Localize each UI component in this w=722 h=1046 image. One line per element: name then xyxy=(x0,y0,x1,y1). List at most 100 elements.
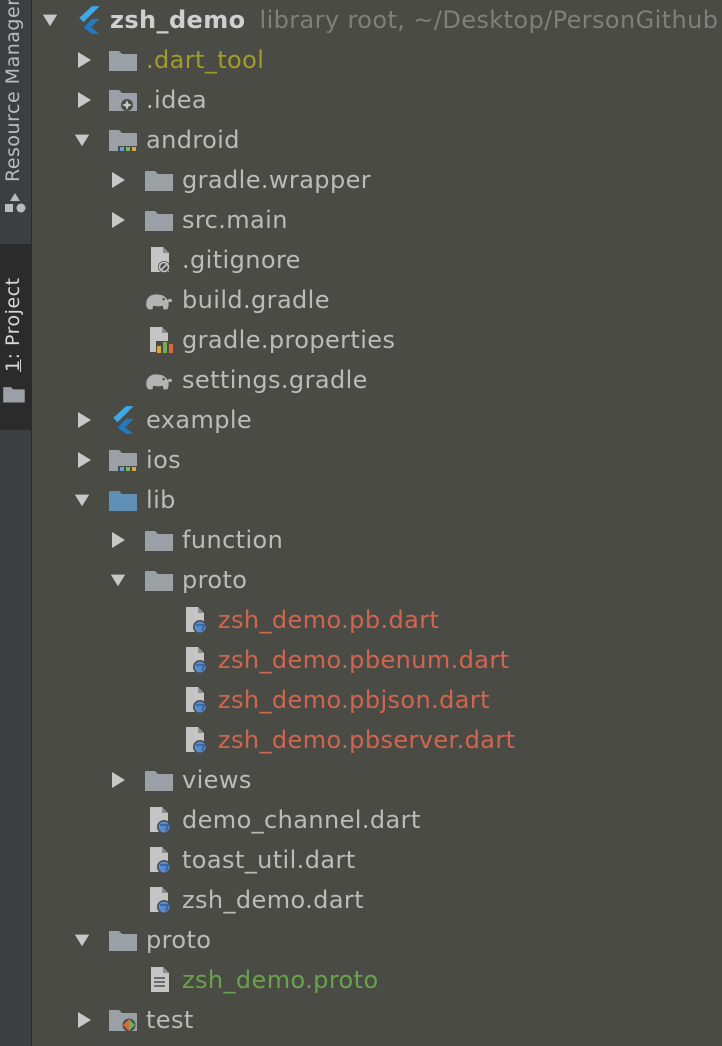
tree-row-pbenum-dart[interactable]: zsh_demo.pbenum.dart xyxy=(33,640,722,680)
folder-icon xyxy=(108,45,138,75)
tree-label-build-gradle: build.gradle xyxy=(182,286,330,314)
tree-label-zsh-demo-proto: zsh_demo.proto xyxy=(182,966,379,994)
tree-label-pb-dart: zsh_demo.pb.dart xyxy=(218,606,440,634)
tree-label-gradle-properties: gradle.properties xyxy=(182,326,396,354)
tree-label-gitignore: .gitignore xyxy=(182,246,301,274)
folder-icon xyxy=(144,765,174,795)
tree-row-ios[interactable]: ios xyxy=(33,440,722,480)
tree-row-pbserver-dart[interactable]: zsh_demo.pbserver.dart xyxy=(33,720,722,760)
dart-file-icon xyxy=(182,685,212,715)
tree-label-settings-gradle: settings.gradle xyxy=(182,366,368,394)
tree-row-function[interactable]: function xyxy=(33,520,722,560)
resource-manager-tab-label: Resource Manager xyxy=(2,0,24,182)
tree-row-build-gradle[interactable]: build.gradle xyxy=(33,280,722,320)
tree-label-proto-root: proto xyxy=(146,926,212,954)
tree-label-pbserver-dart: zsh_demo.pbserver.dart xyxy=(218,726,516,754)
tree-row-proto-root[interactable]: proto xyxy=(33,920,722,960)
project-tab-label: 1: Project xyxy=(2,277,24,372)
root-hint: library root, ~/Desktop/PersonGithub xyxy=(259,6,719,34)
folder-icon xyxy=(144,565,174,595)
tree-label-zsh-demo-dart: zsh_demo.dart xyxy=(182,886,365,914)
folder-icon xyxy=(144,525,174,555)
resource-manager-tab[interactable]: Resource Manager xyxy=(0,0,32,218)
tree-row-zsh-demo-proto[interactable]: zsh_demo.proto xyxy=(33,960,722,1000)
folder-icon xyxy=(144,165,174,195)
tree-row-gitignore[interactable]: .gitignore xyxy=(33,240,722,280)
dart-file-icon xyxy=(146,805,176,835)
tree-row-src-main[interactable]: src.main xyxy=(33,200,722,240)
flutter-icon xyxy=(109,405,139,435)
tree-row-android[interactable]: android xyxy=(33,120,722,160)
tree-row-gradle-properties[interactable]: gradle.properties xyxy=(33,320,722,360)
chevron-down-icon[interactable] xyxy=(41,10,59,30)
source-folder-icon xyxy=(108,485,138,515)
tree-row-idea[interactable]: .idea xyxy=(33,80,722,120)
chevron-right-icon[interactable] xyxy=(109,170,127,190)
tree-row-root[interactable]: zsh_demo library root, ~/Desktop/PersonGi… xyxy=(33,0,722,40)
tree-label-toast-util: toast_util.dart xyxy=(182,846,356,874)
chevron-right-icon[interactable] xyxy=(109,210,127,230)
tree-label-pbenum-dart: zsh_demo.pbenum.dart xyxy=(218,646,510,674)
dart-file-icon xyxy=(182,605,212,635)
properties-file-icon xyxy=(146,325,176,355)
idea-folder-icon xyxy=(108,85,138,115)
tree-label-gradle-wrapper: gradle.wrapper xyxy=(182,166,372,194)
gradle-elephant-icon xyxy=(143,365,173,395)
tool-window-sidebar: Resource Manager 1: Project xyxy=(0,0,32,1046)
tree-row-test[interactable]: test xyxy=(33,1000,722,1040)
chevron-down-icon[interactable] xyxy=(73,490,91,510)
chevron-right-icon[interactable] xyxy=(75,450,93,470)
chevron-right-icon[interactable] xyxy=(109,530,127,550)
tree-label-idea: .idea xyxy=(146,86,208,114)
module-folder-icon xyxy=(108,445,138,475)
tree-label-views: views xyxy=(182,766,252,794)
text-file-icon xyxy=(146,965,176,995)
chevron-down-icon[interactable] xyxy=(73,930,91,950)
tree-row-example[interactable]: example xyxy=(33,400,722,440)
project-tab[interactable]: 1: Project xyxy=(0,244,32,430)
chevron-down-icon[interactable] xyxy=(73,130,91,150)
module-folder-icon xyxy=(108,125,138,155)
tree-row-proto-dir[interactable]: proto xyxy=(33,560,722,600)
tree-row-zsh-demo-dart[interactable]: zsh_demo.dart xyxy=(33,880,722,920)
tree-label-pbjson-dart: zsh_demo.pbjson.dart xyxy=(218,686,490,714)
tree-row-dart-tool[interactable]: .dart_tool xyxy=(33,40,722,80)
test-folder-icon xyxy=(108,1005,138,1035)
tree-row-gradle-wrapper[interactable]: gradle.wrapper xyxy=(33,160,722,200)
tree-label-root: zsh_demo library root, ~/Desktop/PersonGi… xyxy=(110,6,718,34)
folder-icon xyxy=(144,205,174,235)
tree-row-settings-gradle[interactable]: settings.gradle xyxy=(33,360,722,400)
tree-label-demo-channel: demo_channel.dart xyxy=(182,806,421,834)
tree-label-test: test xyxy=(146,1006,194,1034)
dart-file-icon xyxy=(146,885,176,915)
tree-label-lib: lib xyxy=(146,486,176,514)
tree-row-pb-dart[interactable]: zsh_demo.pb.dart xyxy=(33,600,722,640)
tree-label-src-main: src.main xyxy=(182,206,288,234)
chevron-right-icon[interactable] xyxy=(75,50,93,70)
chevron-right-icon[interactable] xyxy=(75,410,93,430)
tree-row-lib[interactable]: lib xyxy=(33,480,722,520)
tree-label-function: function xyxy=(182,526,284,554)
tree-label-android: android xyxy=(146,126,240,154)
project-tree: zsh_demo library root, ~/Desktop/PersonGi… xyxy=(33,0,722,1046)
tree-row-pbjson-dart[interactable]: zsh_demo.pbjson.dart xyxy=(33,680,722,720)
chevron-right-icon[interactable] xyxy=(75,1010,93,1030)
tree-row-demo-channel[interactable]: demo_channel.dart xyxy=(33,800,722,840)
dart-file-icon xyxy=(182,725,212,755)
tree-row-views[interactable]: views xyxy=(33,760,722,800)
chevron-right-icon[interactable] xyxy=(109,770,127,790)
chevron-down-icon[interactable] xyxy=(109,570,127,590)
resource-manager-icon xyxy=(5,193,26,213)
project-tab-number: 1 xyxy=(2,359,24,372)
folder-icon xyxy=(108,925,138,955)
dart-file-icon xyxy=(146,845,176,875)
gradle-elephant-icon xyxy=(143,285,173,315)
tree-label-ios: ios xyxy=(146,446,182,474)
ignore-file-icon xyxy=(146,245,176,275)
root-name: zsh_demo xyxy=(110,6,246,34)
flutter-icon xyxy=(75,5,105,35)
dart-file-icon xyxy=(182,645,212,675)
tree-row-toast-util[interactable]: toast_util.dart xyxy=(33,840,722,880)
tree-label-dart-tool: .dart_tool xyxy=(146,46,265,74)
chevron-right-icon[interactable] xyxy=(75,90,93,110)
